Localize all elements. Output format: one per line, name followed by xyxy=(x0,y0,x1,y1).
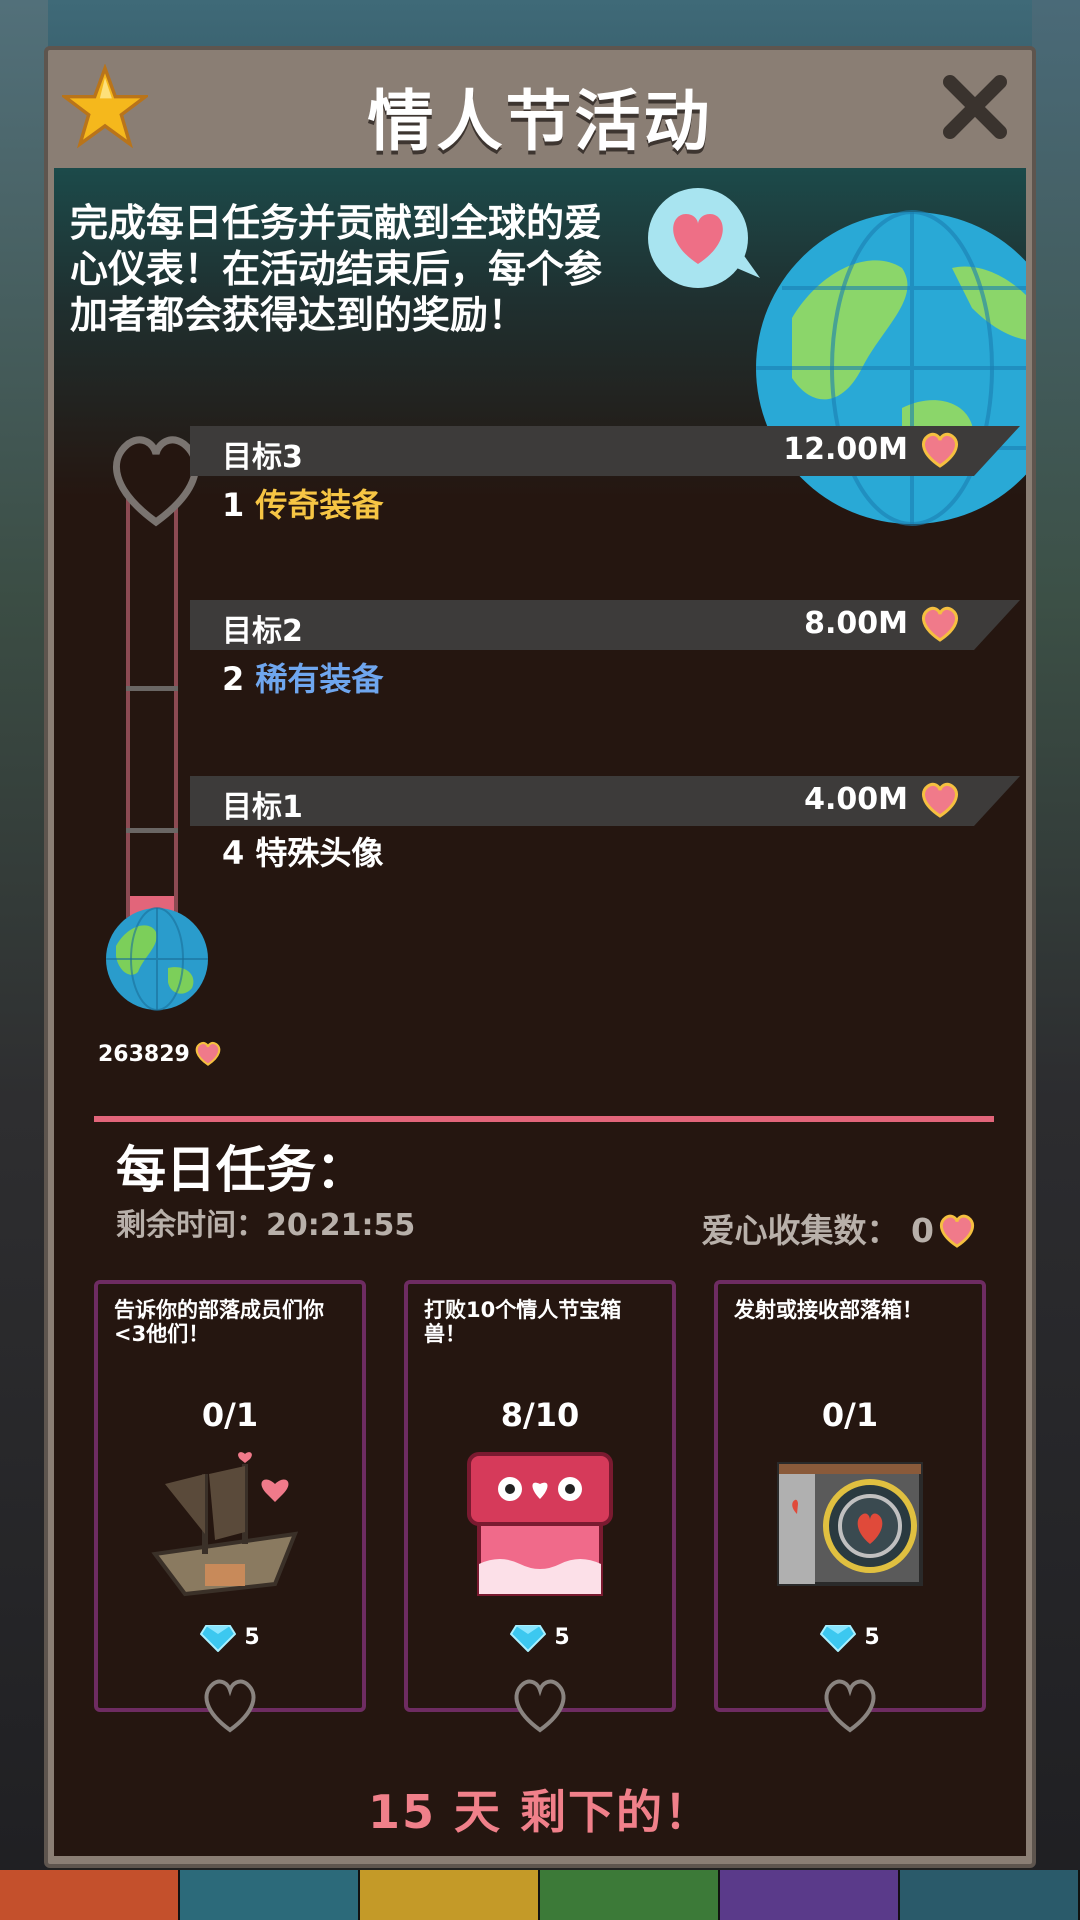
task-2-reward: 5 xyxy=(408,1624,672,1653)
heart-icon xyxy=(922,606,958,642)
heart-outline-icon xyxy=(204,1679,256,1733)
task-2-progress: 8/10 xyxy=(500,1396,580,1434)
task-1-reward-value: 5 xyxy=(244,1625,260,1650)
small-globe-icon xyxy=(106,907,208,1011)
clan-box-icon xyxy=(777,1462,923,1586)
task-card-3[interactable]: 发射或接收部落箱！ 0/1 5 xyxy=(714,1280,986,1733)
task-card-1[interactable]: 告诉你的部落成员们你<3他们！ 0/1 5 xyxy=(94,1280,366,1733)
chest-monster-icon xyxy=(467,1452,613,1596)
heart-icon xyxy=(922,432,958,468)
task-1-description: 告诉你的部落成员们你<3他们！ xyxy=(114,1298,324,1346)
background-right-edge xyxy=(1032,0,1080,1920)
remaining-time: 剩余时间：20:21:55 xyxy=(116,1200,415,1244)
goal-1-amount: 4.00M xyxy=(804,782,908,817)
daily-tasks-title: 每日任务： xyxy=(116,1141,366,1199)
dialog-title: 情人节活动 xyxy=(367,83,713,160)
bottom-tab-1[interactable] xyxy=(0,1870,180,1920)
task-3-reward: 5 xyxy=(718,1624,982,1653)
goal-1-reward-count: 4 xyxy=(222,834,245,872)
background-left-edge xyxy=(0,0,48,1920)
gem-icon xyxy=(200,1625,237,1653)
dialog-content: 完成每日任务并贡献到全球的爱心仪表！在活动结束后，每个参加者都会获得达到的奖励！ xyxy=(54,168,1026,1856)
bottom-tab-5[interactable] xyxy=(720,1870,900,1920)
event-dialog: 情人节活动 完成每日任务并贡献到全球的爱心仪表！在活动结束后，每个参加者都会获得… xyxy=(44,46,1036,1868)
goal-3-reward-count: 1 xyxy=(222,486,245,524)
dialog-header: 情人节活动 xyxy=(48,50,1032,168)
goal-2-reward: 2 稀有装备 xyxy=(222,654,383,700)
meter-tick-goal-1 xyxy=(126,828,178,833)
heart-meter-tube xyxy=(126,468,178,918)
goal-2-amount: 8.00M xyxy=(804,606,908,641)
bottom-tab-6[interactable] xyxy=(900,1870,1080,1920)
goal-1-reward: 4 特殊头像 xyxy=(222,828,383,874)
heart-outline-icon xyxy=(824,1679,876,1733)
heart-icon xyxy=(939,1214,975,1248)
task-2-description: 打败10个情人节宝箱兽！ xyxy=(424,1298,622,1346)
task-3-progress: 0/1 xyxy=(821,1396,879,1434)
ship-icon xyxy=(151,1452,299,1597)
bottom-tab-2[interactable] xyxy=(180,1870,360,1920)
meter-count-value: 263829 xyxy=(98,1042,190,1067)
meter-count: 263829 xyxy=(98,1040,222,1067)
goal-1-label: 目标1 xyxy=(222,790,303,825)
goal-3-amount: 12.00M xyxy=(783,432,908,467)
goal-3-reward-name: 传奇装备 xyxy=(255,486,384,524)
gem-icon xyxy=(510,1625,547,1653)
hearts-collected: 爱心收集数： 0 xyxy=(702,1204,976,1252)
remaining-time-label: 剩余时间： xyxy=(116,1208,266,1243)
goal-2-label: 目标2 xyxy=(222,614,303,649)
close-icon[interactable] xyxy=(940,72,1010,142)
task-1-progress: 0/1 xyxy=(201,1396,259,1434)
intro-text: 完成每日任务并贡献到全球的爱心仪表！在活动结束后，每个参加者都会获得达到的奖励！ xyxy=(70,201,603,337)
heart-speech-bubble-icon xyxy=(648,188,760,288)
remaining-time-value: 20:21:55 xyxy=(266,1208,416,1243)
hearts-collected-value: 0 xyxy=(911,1211,934,1250)
hearts-collected-label: 爱心收集数： xyxy=(701,1211,900,1250)
days-left: 15 天 剩下的！ xyxy=(367,1785,713,1839)
task-card-2[interactable]: 打败10个情人节宝箱兽！ 8/10 5 xyxy=(404,1280,676,1733)
bottom-tab-bar xyxy=(0,1870,1080,1920)
bottom-tab-4[interactable] xyxy=(540,1870,720,1920)
gem-icon xyxy=(820,1625,857,1653)
goal-2-reward-count: 2 xyxy=(222,660,245,698)
section-divider xyxy=(94,1116,994,1122)
goal-2-reward-name: 稀有装备 xyxy=(255,660,384,698)
task-2-reward-value: 5 xyxy=(554,1625,570,1650)
goal-3-reward: 1 传奇装备 xyxy=(222,480,383,526)
goal-3-label: 目标3 xyxy=(222,440,303,475)
heart-outline-icon xyxy=(514,1679,566,1733)
heart-icon xyxy=(195,1041,221,1066)
heart-icon xyxy=(922,782,958,818)
bottom-tab-3[interactable] xyxy=(360,1870,540,1920)
meter-tick-goal-2 xyxy=(126,686,178,691)
task-3-description: 发射或接收部落箱！ xyxy=(734,1298,923,1322)
goal-1-reward-name: 特殊头像 xyxy=(255,834,384,872)
task-1-reward: 5 xyxy=(98,1624,362,1653)
task-3-reward-value: 5 xyxy=(864,1625,880,1650)
earth-globe-icon xyxy=(756,210,1026,526)
